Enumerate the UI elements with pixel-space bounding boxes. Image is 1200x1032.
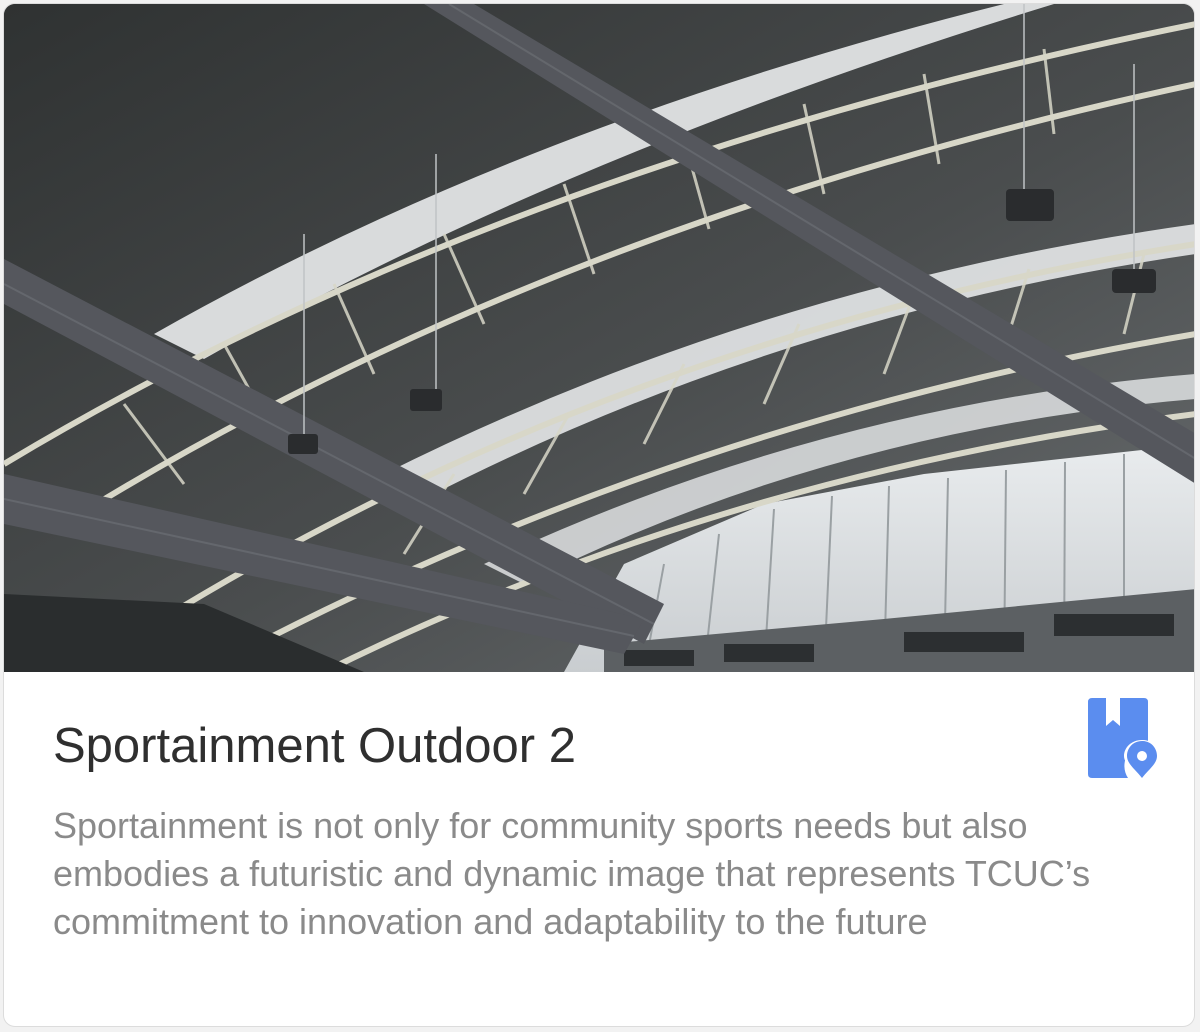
bookmark-location-icon bbox=[1088, 698, 1160, 780]
stadium-roof-photo bbox=[4, 4, 1194, 672]
card-description: Sportainment is not only for community s… bbox=[53, 805, 1091, 942]
location-card[interactable]: Sportainment Outdoor 2 Sportainment is n… bbox=[3, 3, 1195, 1027]
card-title: Sportainment Outdoor 2 bbox=[53, 719, 576, 773]
card-body: Sportainment Outdoor 2 Sportainment is n… bbox=[4, 672, 1194, 1026]
bookmark-location-button[interactable] bbox=[1084, 698, 1164, 782]
